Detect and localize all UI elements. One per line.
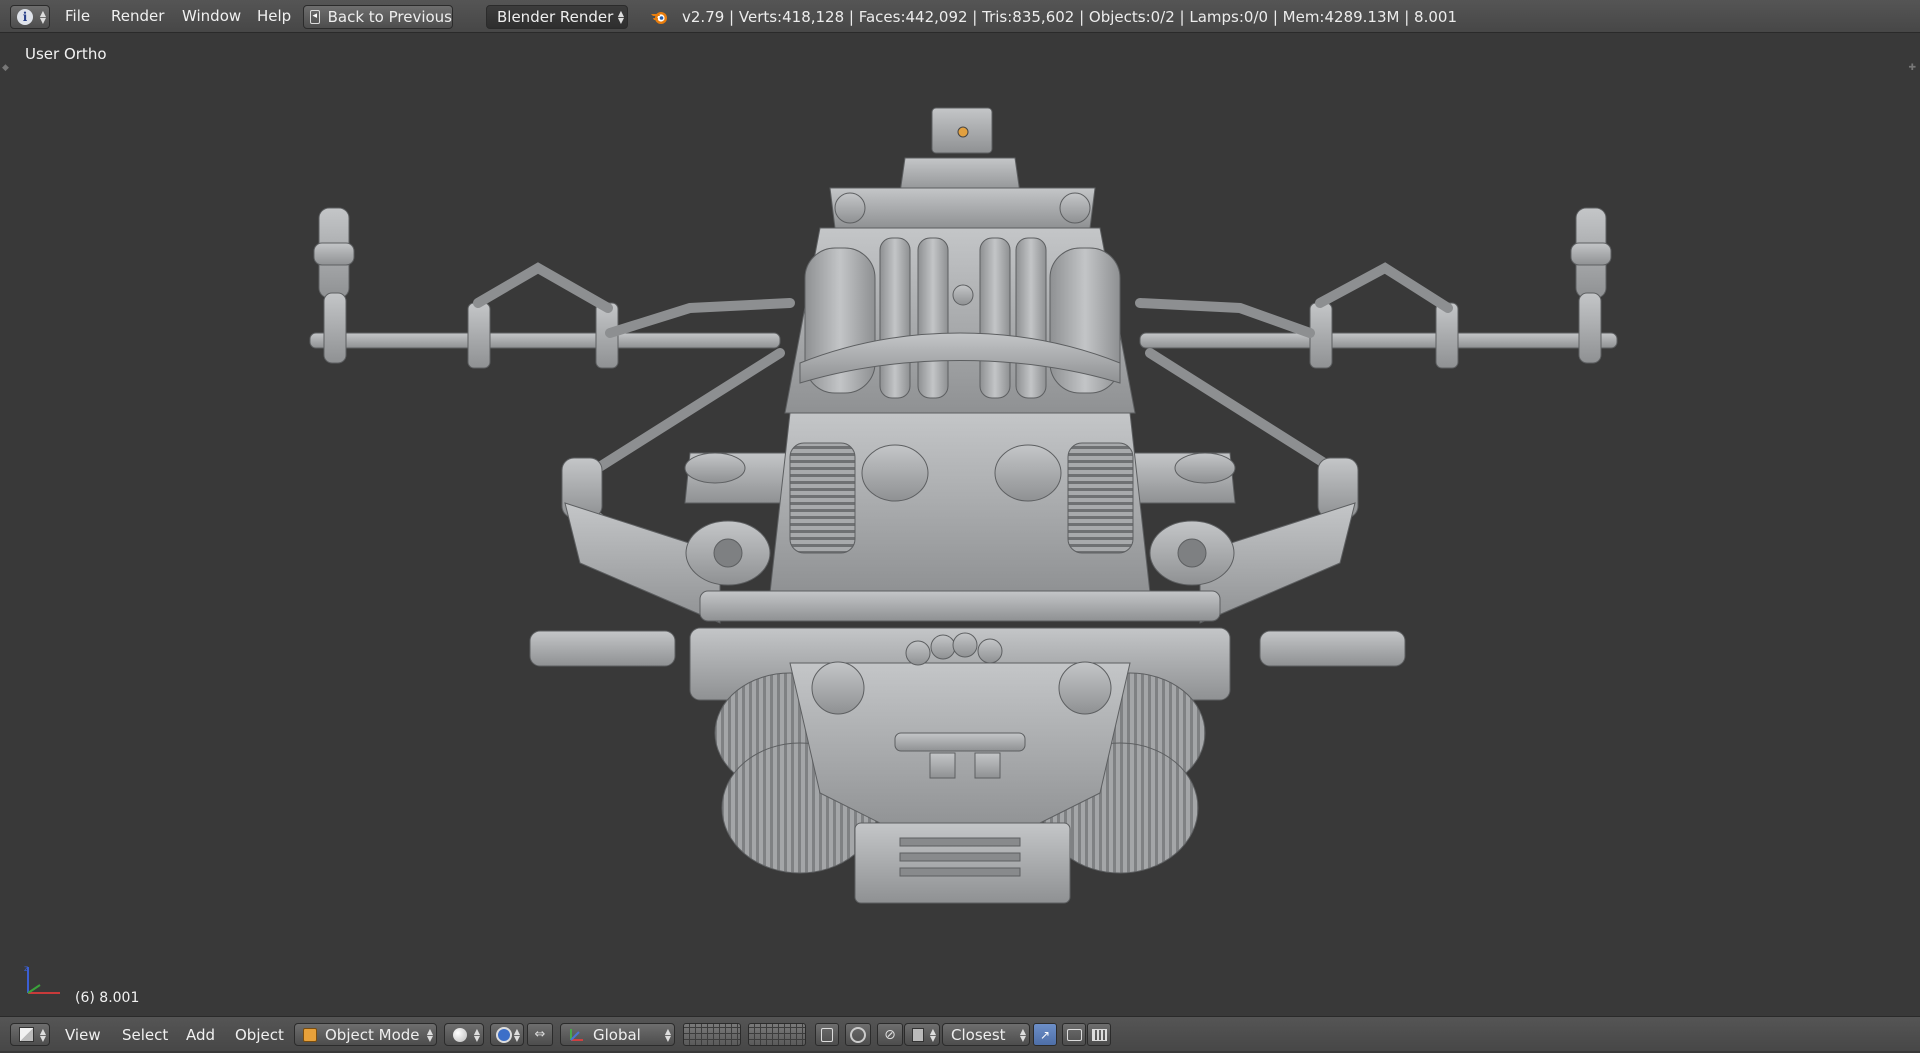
- menu-render[interactable]: Render: [111, 0, 164, 33]
- updown-arrows-icon: ▲ ▼: [426, 1026, 433, 1043]
- updown-arrows-icon: ▲ ▼: [513, 1026, 520, 1043]
- editor-type-button[interactable]: i ▲ ▼: [10, 5, 50, 29]
- render-engine-select[interactable]: Blender Render ▲ ▼: [486, 5, 628, 29]
- info-icon: i: [17, 9, 33, 25]
- menu-window[interactable]: Window: [182, 0, 241, 33]
- snap-target-select[interactable]: Closest ▲ ▼: [942, 1023, 1030, 1046]
- frame-object-label: (6) 8.001: [75, 990, 140, 1006]
- updown-arrows-icon: ▲ ▼: [1019, 1026, 1026, 1043]
- lock-layers-button[interactable]: [815, 1023, 839, 1046]
- back-to-previous-button[interactable]: ◂ Back to Previous: [303, 5, 453, 29]
- render-engine-label: Blender Render: [497, 8, 614, 26]
- menu-select[interactable]: Select: [122, 1017, 168, 1052]
- back-arrow-icon: ◂: [310, 10, 320, 24]
- updown-arrows-icon: ▲ ▼: [617, 9, 624, 25]
- axis-gizmo: z: [24, 964, 60, 994]
- snap-toggle-button[interactable]: ⊘: [877, 1023, 903, 1046]
- opengl-render-image-button[interactable]: [1062, 1023, 1086, 1046]
- scene-statistics: v2.79 | Verts:418,128 | Faces:442,092 | …: [682, 8, 1457, 26]
- menu-add[interactable]: Add: [186, 1017, 215, 1052]
- scene-layers-grid-1[interactable]: [683, 1023, 741, 1046]
- snap-target-label: Closest: [951, 1025, 1006, 1044]
- transform-orientation-select[interactable]: Global ▲ ▼: [560, 1023, 675, 1046]
- viewport-shading-select[interactable]: ▲ ▼: [444, 1023, 484, 1046]
- object-mode-icon: [303, 1027, 317, 1042]
- magnet-icon: ⊘: [884, 1026, 896, 1043]
- menu-help[interactable]: Help: [257, 0, 291, 33]
- snap-rotation-toggle[interactable]: ↗: [1033, 1023, 1057, 1046]
- updown-arrows-icon: ▲ ▼: [929, 1026, 936, 1043]
- updown-arrows-icon: ▲ ▼: [39, 9, 46, 25]
- proportional-edit-icon: [850, 1026, 866, 1043]
- updown-arrows-icon: ▲ ▼: [473, 1026, 480, 1043]
- updown-arrows-icon: ▲ ▼: [39, 1026, 46, 1043]
- snap-rotation-icon: ↗: [1039, 1027, 1051, 1042]
- 3d-view-cube-icon: [19, 1027, 34, 1042]
- scene-layers-grid-2[interactable]: [748, 1023, 806, 1046]
- blender-logo-icon: [651, 12, 667, 24]
- proportional-editing-button[interactable]: [845, 1023, 871, 1046]
- camera-icon: [1066, 1028, 1082, 1041]
- pivot-align-toggle[interactable]: ⇔: [527, 1023, 553, 1046]
- pivot-point-select[interactable]: ▲ ▼: [490, 1023, 524, 1046]
- solid-sphere-icon: [453, 1027, 467, 1042]
- engine-model[interactable]: [0, 33, 1920, 1016]
- back-to-previous-label: Back to Previous: [327, 8, 452, 26]
- snap-element-icon: [912, 1027, 924, 1042]
- clapperboard-icon: [1091, 1028, 1107, 1041]
- manipulator-icon: ⇔: [534, 1027, 546, 1042]
- orientation-label: Global: [593, 1025, 641, 1044]
- menu-view[interactable]: View: [65, 1017, 101, 1052]
- menu-object[interactable]: Object: [235, 1017, 284, 1052]
- snap-element-select[interactable]: ▲ ▼: [904, 1023, 940, 1046]
- opengl-render-animation-button[interactable]: [1087, 1023, 1111, 1046]
- layer-lock-icon: [821, 1027, 833, 1042]
- manipulator-axes-icon: [570, 1028, 583, 1041]
- svg-text:z: z: [24, 964, 28, 973]
- 3d-viewport[interactable]: User Ortho ◆ ✚ z (6) 8.001: [0, 33, 1920, 1016]
- mode-select[interactable]: Object Mode ▲ ▼: [294, 1023, 437, 1046]
- updown-arrows-icon: ▲ ▼: [664, 1026, 671, 1043]
- pivot-point-icon: [496, 1026, 512, 1043]
- info-header: i ▲ ▼ File Render Window Help ◂ Back to P…: [0, 0, 1920, 33]
- editor-type-button[interactable]: ▲ ▼: [10, 1023, 50, 1046]
- mode-label: Object Mode: [325, 1025, 420, 1044]
- menu-file[interactable]: File: [65, 0, 90, 33]
- 3d-view-header: ▲ ▼ View Select Add Object Object Mode ▲ ▼…: [0, 1016, 1920, 1051]
